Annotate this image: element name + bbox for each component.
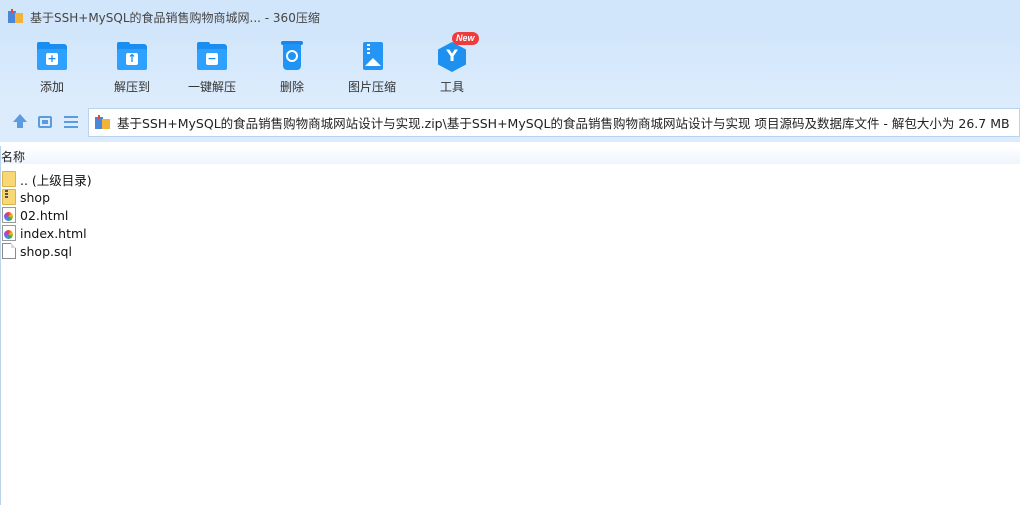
file-icon (2, 243, 16, 259)
list-item-name: 02.html (20, 207, 69, 223)
image-compress-label: 图片压缩 (347, 80, 396, 94)
tools-icon: Y (435, 40, 469, 74)
column-header-name[interactable]: 名称 (1, 148, 25, 165)
one-click-extract-icon: − (195, 40, 229, 74)
archive-icon (95, 114, 111, 131)
list-item-shop-folder[interactable]: shop (2, 188, 50, 206)
list-item-index-html[interactable]: index.html (2, 224, 87, 242)
list-item-parent[interactable]: .. (上级目录) (2, 170, 92, 188)
tools-label: 工具 (439, 80, 464, 94)
up-arrow-icon[interactable] (12, 114, 28, 130)
column-header: 名称 (0, 146, 1020, 164)
one-click-extract-button[interactable]: − 一键解压 (172, 40, 252, 100)
app-icon (8, 9, 24, 25)
add-folder-icon: + (35, 40, 69, 74)
one-click-extract-label: 一键解压 (187, 80, 236, 94)
address-path: 基于SSH+MySQL的食品销售购物商城网站设计与实现.zip\基于SSH+My… (117, 116, 1010, 131)
new-badge: New (452, 32, 479, 45)
title-bar: 基于SSH+MySQL的食品销售购物商城网... - 360压缩 (0, 0, 1020, 34)
divider (0, 146, 1, 505)
list-item-name: .. (上级目录) (20, 172, 92, 188)
extract-to-label: 解压到 (113, 80, 150, 94)
tools-button[interactable]: Y 工具 (412, 40, 492, 100)
add-button[interactable]: + 添加 (12, 40, 92, 100)
list-item-shop-sql[interactable]: shop.sql (2, 242, 72, 260)
toolbar: + 添加 ↑ 解压到 − 一键解压 删除 图片压缩 Y 工具 (0, 34, 1020, 102)
address-bar[interactable]: 基于SSH+MySQL的食品销售购物商城网站设计与实现.zip\基于SSH+My… (88, 108, 1020, 137)
navigation-bar: 基于SSH+MySQL的食品销售购物商城网站设计与实现.zip\基于SSH+My… (0, 102, 1020, 142)
add-label: 添加 (39, 80, 64, 94)
image-compress-button[interactable]: 图片压缩 (332, 40, 412, 100)
window-title: 基于SSH+MySQL的食品销售购物商城网... - 360压缩 (30, 10, 320, 25)
list-item-02-html[interactable]: 02.html (2, 206, 68, 224)
image-compress-icon (355, 40, 389, 74)
list-item-name: shop (20, 189, 51, 205)
html-file-icon (2, 225, 16, 241)
delete-button[interactable]: 删除 (252, 40, 332, 100)
trash-icon (275, 40, 309, 74)
list-view-icon[interactable] (64, 114, 80, 130)
html-file-icon (2, 207, 16, 223)
list-item-name: index.html (20, 225, 87, 241)
list-item-name: shop.sql (20, 243, 72, 259)
folder-icon (2, 171, 16, 187)
folder-icon (2, 189, 16, 205)
extract-to-icon: ↑ (115, 40, 149, 74)
delete-label: 删除 (279, 80, 304, 94)
thumbnail-view-icon[interactable] (38, 116, 52, 128)
extract-to-button[interactable]: ↑ 解压到 (92, 40, 172, 100)
